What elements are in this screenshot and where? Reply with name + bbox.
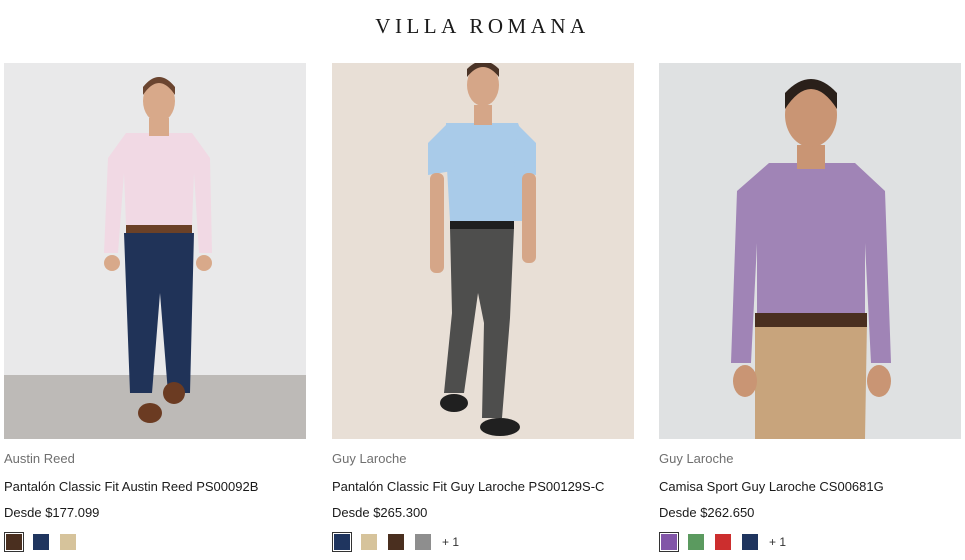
color-swatch[interactable] [359, 532, 379, 552]
swatch-color [388, 534, 404, 550]
swatch-color [33, 534, 49, 550]
product-title[interactable]: Pantalón Classic Fit Austin Reed PS00092… [4, 478, 306, 495]
product-price: Desde $262.650 [659, 505, 755, 520]
product-image[interactable] [4, 63, 306, 439]
product-price: Desde $265.300 [332, 505, 428, 520]
color-swatch[interactable] [740, 532, 760, 552]
swatch-color [715, 534, 731, 550]
swatch-color [6, 534, 22, 550]
swatch-color [60, 534, 76, 550]
product-brand: Austin Reed [4, 451, 75, 466]
swatch-color [742, 534, 758, 550]
product-image[interactable] [659, 63, 961, 439]
color-swatch[interactable] [386, 532, 406, 552]
swatch-color [661, 534, 677, 550]
product-image[interactable] [332, 63, 634, 439]
product-price: Desde $177.099 [4, 505, 100, 520]
color-swatches: + 1 [332, 532, 634, 552]
color-swatch[interactable] [31, 532, 51, 552]
brand-logo[interactable]: VILLA ROMANA [0, 14, 965, 39]
product-brand: Guy Laroche [332, 451, 407, 466]
color-swatch-selected[interactable] [4, 532, 24, 552]
swatch-color [688, 534, 704, 550]
color-swatches: + 1 [659, 532, 961, 552]
color-swatch-selected[interactable] [659, 532, 679, 552]
product-card[interactable]: Austin Reed Pantalón Classic Fit Austin … [4, 63, 306, 552]
color-swatches [4, 532, 306, 552]
more-colors-count[interactable]: + 1 [442, 535, 459, 549]
product-card[interactable]: Guy Laroche Pantalón Classic Fit Guy Lar… [332, 63, 634, 552]
product-title[interactable]: Pantalón Classic Fit Guy Laroche PS00129… [332, 478, 634, 495]
color-swatch-selected[interactable] [332, 532, 352, 552]
color-swatch[interactable] [413, 532, 433, 552]
color-swatch[interactable] [58, 532, 78, 552]
product-brand: Guy Laroche [659, 451, 734, 466]
product-card[interactable]: Guy Laroche Camisa Sport Guy Laroche CS0… [659, 63, 961, 552]
color-swatch[interactable] [686, 532, 706, 552]
swatch-color [415, 534, 431, 550]
swatch-color [334, 534, 350, 550]
swatch-color [361, 534, 377, 550]
product-title[interactable]: Camisa Sport Guy Laroche CS00681G [659, 478, 961, 495]
color-swatch[interactable] [713, 532, 733, 552]
more-colors-count[interactable]: + 1 [769, 535, 786, 549]
